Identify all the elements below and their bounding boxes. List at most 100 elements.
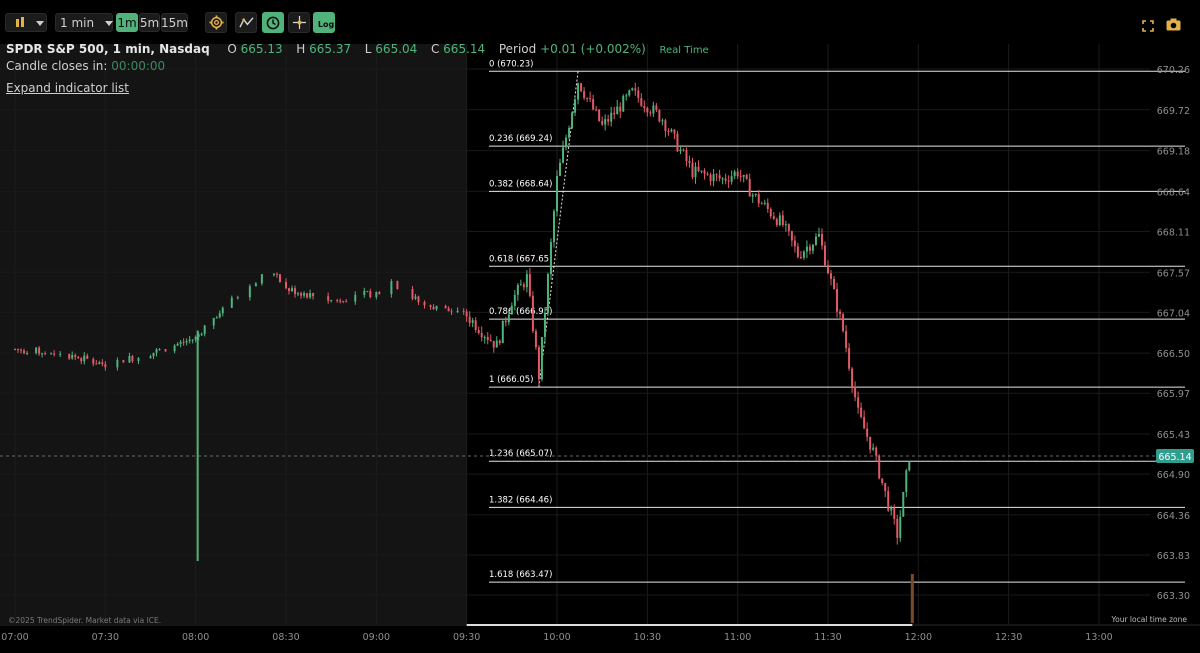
period-value: +0.01 (+0.002%)	[540, 42, 646, 56]
chevron-down-icon	[36, 21, 44, 26]
candle-body	[215, 317, 218, 319]
y-tick-label: 667.04	[1157, 308, 1190, 319]
chart-type-dropdown[interactable]	[5, 13, 47, 32]
candle-body	[820, 234, 823, 246]
candle-body	[435, 305, 438, 310]
log-label: Log	[317, 20, 335, 29]
candle-body	[842, 313, 845, 332]
candlestick-icon	[15, 17, 25, 28]
candle-body	[152, 352, 155, 357]
candle-body	[805, 246, 808, 252]
candle-body	[649, 112, 652, 114]
candle-body	[595, 109, 598, 111]
candle-body	[528, 274, 531, 296]
x-tick-label: 12:00	[905, 632, 932, 643]
interval-dropdown[interactable]: 1 min	[55, 13, 113, 32]
candle-body	[230, 297, 233, 308]
candle-body	[74, 355, 77, 357]
copyright-text: ©2025 TrendSpider. Market data via ICE.	[8, 616, 161, 625]
candle-body	[194, 336, 197, 340]
candle-body	[471, 320, 474, 323]
x-tick-label: 10:30	[634, 632, 661, 643]
candle-body	[845, 331, 848, 349]
candle-body	[297, 293, 300, 295]
volume-bar	[910, 574, 914, 623]
fib-label: 1 (666.05)	[489, 375, 533, 385]
candle-body	[875, 447, 878, 456]
y-tick-label: 666.50	[1157, 349, 1190, 360]
candle-body	[893, 507, 896, 519]
trendline-icon	[238, 17, 254, 28]
candle-body	[354, 294, 357, 302]
candle-body	[501, 320, 504, 344]
candle-body	[685, 150, 688, 162]
candle-body	[345, 301, 348, 303]
candle-body	[574, 99, 577, 113]
timeframe-1m-button[interactable]: 1m	[116, 13, 138, 32]
timeframe-label: 5m	[139, 15, 160, 30]
candle-body	[342, 300, 345, 302]
candle-body	[23, 350, 26, 354]
fib-label: 1.236 (665.07)	[489, 449, 552, 459]
candle-body	[158, 349, 161, 351]
candle-body	[751, 194, 754, 197]
candle-body	[905, 470, 908, 492]
fib-label: 0 (670.23)	[489, 59, 533, 69]
log-scale-button[interactable]: Log	[313, 12, 335, 33]
settings-button[interactable]	[205, 12, 227, 33]
candle-body	[793, 240, 796, 247]
candle-body	[703, 170, 706, 174]
candle-body	[802, 251, 805, 258]
candle-body	[504, 320, 507, 323]
timeframe-5m-button[interactable]: 5m	[139, 13, 160, 32]
toolbar: 1 min 1m 5m 15m Log	[0, 0, 1200, 44]
candle-body	[592, 99, 595, 110]
candle-body	[432, 306, 435, 310]
candle-body	[291, 288, 294, 292]
candle-body	[781, 215, 784, 226]
y-tick-label: 664.90	[1157, 470, 1190, 481]
candle-body	[613, 112, 616, 115]
fullscreen-button[interactable]	[1142, 17, 1154, 32]
snapshot-button[interactable]	[1166, 16, 1181, 31]
fullscreen-icon	[1142, 20, 1154, 32]
candle-body	[757, 193, 760, 204]
candle-body	[628, 90, 631, 96]
candle-body	[495, 340, 498, 348]
candle-body	[182, 341, 185, 343]
candle-body	[872, 447, 875, 450]
candle-body	[790, 231, 793, 241]
candle-body	[14, 348, 16, 350]
candle-body	[203, 325, 206, 334]
candle-body	[884, 483, 887, 492]
price-chart[interactable]: 0 (670.23) 0.236 (669.24) 0.382 (668.64) 0.…	[0, 0, 1200, 653]
crosshair-button[interactable]	[288, 12, 310, 33]
drawing-tools-button[interactable]	[235, 12, 257, 33]
candle-body	[887, 491, 890, 511]
candle-body	[236, 297, 239, 299]
candle-body	[155, 349, 158, 353]
open-label: O	[227, 42, 237, 56]
candle-body	[86, 355, 89, 359]
candle-body	[68, 353, 71, 359]
candle-body	[778, 215, 781, 226]
candle-body	[688, 161, 691, 163]
clock-button[interactable]	[262, 12, 284, 33]
candle-body	[122, 359, 125, 363]
x-tick-label: 08:30	[272, 632, 299, 643]
timezone-note: Your local time zone	[1111, 615, 1188, 624]
candle-body	[390, 281, 393, 295]
fib-label: 0.382 (668.64)	[489, 179, 552, 189]
candle-body	[682, 149, 685, 151]
candle-body	[330, 299, 333, 301]
candle-body	[92, 358, 95, 364]
candle-body	[808, 246, 811, 251]
candle-body	[483, 336, 486, 338]
timeframe-15m-button[interactable]: 15m	[161, 13, 188, 32]
y-tick-label: 670.26	[1157, 65, 1190, 76]
candle-body	[137, 358, 140, 362]
expand-indicator-link[interactable]: Expand indicator list	[6, 81, 129, 95]
candle-countdown: Candle closes in: 00:00:00	[6, 59, 165, 73]
candle-body	[77, 356, 80, 359]
candle-body	[610, 112, 613, 122]
